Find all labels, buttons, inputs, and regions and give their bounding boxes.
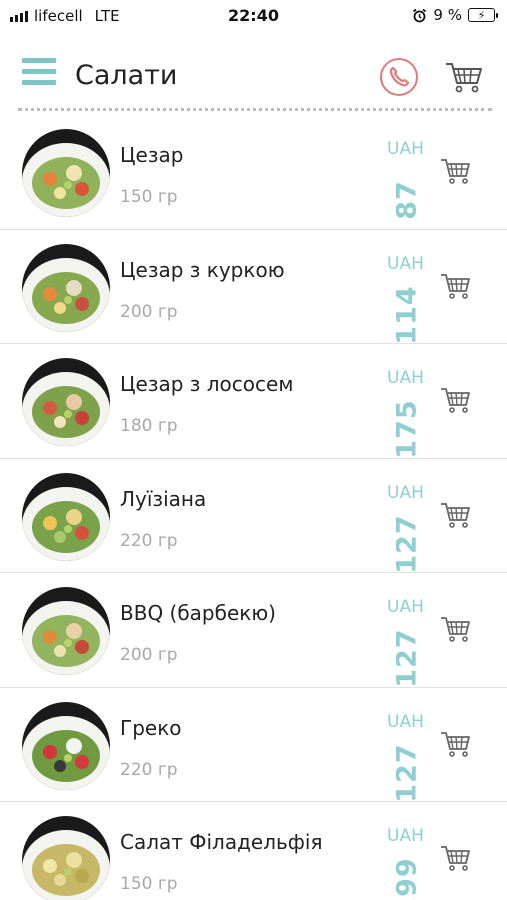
item-name: Цезар — [120, 143, 184, 167]
salad-photo — [22, 358, 110, 446]
list-item[interactable]: Цезар 150 гр UAH 87 — [0, 115, 507, 230]
hamburger-menu-icon[interactable] — [22, 58, 56, 88]
list-item[interactable]: Луїзіана 220 гр UAH 127 — [0, 459, 507, 574]
item-currency: UAH — [387, 711, 424, 732]
item-price-value: 175 — [391, 399, 423, 459]
list-item[interactable]: BBQ (барбекю) 200 гр UAH 127 — [0, 573, 507, 688]
add-to-cart-icon[interactable] — [440, 272, 472, 300]
item-price-value: 199 — [391, 857, 423, 900]
status-right: 9 % ⚡ — [412, 6, 498, 24]
salad-photo — [22, 129, 110, 217]
item-name: Цезар з лососем — [120, 372, 294, 396]
item-currency: UAH — [387, 139, 424, 159]
list-item[interactable]: Цезар з куркою 200 гр UAH 114 — [0, 230, 507, 345]
item-name: Греко — [120, 715, 182, 740]
item-weight: 200 гр — [120, 301, 178, 322]
add-to-cart-icon[interactable] — [440, 501, 472, 529]
item-currency: UAH — [387, 597, 424, 617]
item-name: Салат Філадельфія — [120, 830, 323, 854]
battery-percent: 9 % — [433, 6, 462, 24]
item-price-value: 114 — [391, 284, 423, 345]
item-weight: 220 гр — [120, 759, 178, 780]
salad-photo — [22, 701, 110, 790]
add-to-cart-icon[interactable] — [440, 844, 472, 872]
item-price-value: 127 — [391, 628, 423, 688]
phone-icon[interactable] — [380, 58, 418, 96]
item-weight: 220 гр — [120, 530, 178, 551]
item-currency: UAH — [387, 253, 424, 274]
item-price-value: 127 — [391, 742, 423, 803]
alarm-icon — [413, 8, 427, 22]
item-currency: UAH — [387, 368, 424, 388]
item-weight: 180 гр — [120, 416, 178, 436]
item-currency: UAH — [387, 482, 424, 503]
header-divider — [18, 108, 492, 111]
item-name: Луїзіана — [120, 486, 207, 511]
list-item[interactable]: Цезар з лососем 180 гр UAH 175 — [0, 344, 507, 459]
item-name: BBQ (барбекю) — [120, 601, 276, 625]
item-currency: UAH — [387, 826, 424, 846]
add-to-cart-icon[interactable] — [440, 730, 472, 758]
add-to-cart-icon[interactable] — [440, 615, 472, 643]
battery-icon: ⚡ — [468, 8, 498, 22]
item-name: Цезар з куркою — [120, 257, 285, 282]
item-price-value: 127 — [391, 513, 423, 574]
item-weight: 200 гр — [120, 645, 178, 665]
list-item[interactable]: Салат Філадельфія 150 гр UAH 199 — [0, 802, 507, 900]
salad-photo — [22, 816, 110, 900]
list-item[interactable]: Греко 220 гр UAH 127 — [0, 688, 507, 803]
product-list: Цезар 150 гр UAH 87 Цезар з куркою 200 г… — [0, 115, 507, 900]
salad-photo — [22, 243, 110, 332]
add-to-cart-icon[interactable] — [440, 386, 472, 414]
status-bar: lifecell LTE 22:40 9 % ⚡ — [0, 0, 507, 30]
item-weight: 150 гр — [120, 187, 178, 207]
add-to-cart-icon[interactable] — [440, 157, 472, 185]
item-weight: 150 гр — [120, 874, 178, 894]
salad-photo — [22, 472, 110, 561]
app-header: Салати — [0, 48, 507, 108]
salad-photo — [22, 587, 110, 675]
header-cart-icon[interactable] — [444, 60, 484, 94]
item-price-value: 87 — [391, 180, 423, 220]
page-title: Салати — [75, 60, 178, 91]
